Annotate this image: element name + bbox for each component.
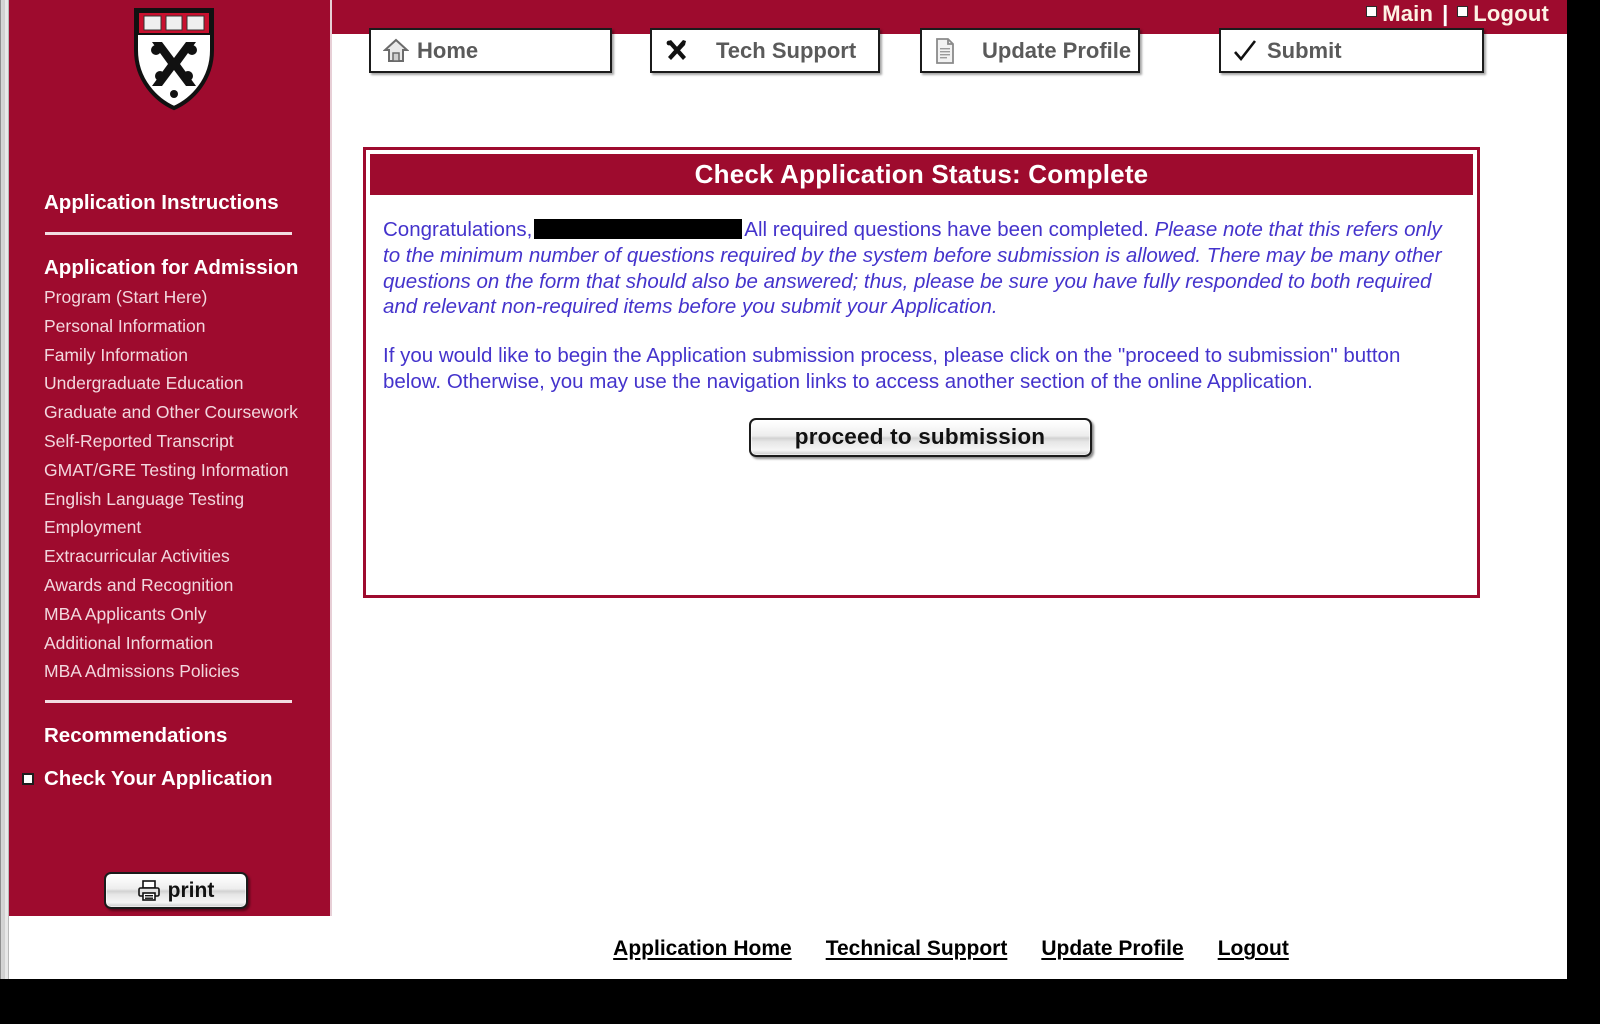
sidebar-item-program[interactable]: Program (Start Here)	[9, 283, 332, 312]
sidebar-item-check-your-application-label: Check Your Application	[44, 767, 273, 791]
status-panel: Check Application Status: Complete Congr…	[363, 147, 1480, 598]
sidebar-item-english-language-testing[interactable]: English Language Testing	[9, 485, 332, 514]
redacted-name	[534, 219, 743, 239]
sidebar-item-self-reported-transcript[interactable]: Self-Reported Transcript	[9, 427, 332, 456]
sidebar-item-employment[interactable]: Employment	[9, 513, 332, 542]
page-title: Check Application Status: Complete	[370, 154, 1473, 195]
top-utility-links: Main | Logout	[1366, 1, 1549, 27]
tools-icon	[664, 38, 690, 63]
print-button[interactable]: print	[104, 872, 248, 909]
application-page: Main | Logout Application Instructions A…	[0, 0, 1569, 981]
main-link[interactable]: Main	[1366, 1, 1433, 27]
footer-link-logout[interactable]: Logout	[1218, 937, 1289, 961]
nav-button-home[interactable]: Home	[369, 28, 612, 73]
sidebar: Application Instructions Application for…	[9, 0, 332, 916]
sidebar-divider-bottom	[45, 700, 292, 704]
sidebar-item-undergraduate-education[interactable]: Undergraduate Education	[9, 369, 332, 398]
main-link-label: Main	[1382, 1, 1434, 26]
status-paragraph-2: If you would like to begin the Applicati…	[383, 344, 1401, 393]
square-bullet-icon	[1457, 6, 1469, 17]
status-paragraph-1: Congratulations, All required questions h…	[383, 217, 1457, 320]
sidebar-item-gmat-gre-testing[interactable]: GMAT/GRE Testing Information	[9, 456, 332, 485]
nav-button-home-label: Home	[417, 37, 479, 63]
logout-link-label: Logout	[1473, 1, 1549, 26]
nav-button-update-profile[interactable]: Update Profile	[920, 28, 1140, 73]
sidebar-item-extracurricular-activities[interactable]: Extracurricular Activities	[9, 542, 332, 571]
square-bullet-icon	[1366, 6, 1378, 17]
nav-button-submit-label: Submit	[1267, 37, 1342, 63]
window-left-edge	[0, 0, 9, 979]
house-icon	[383, 38, 409, 63]
completion-text: All required questions have been complet…	[744, 218, 1149, 241]
footer: Application Home Technical Support Updat…	[333, 920, 1567, 978]
sidebar-item-check-your-application[interactable]: Check Your Application	[9, 763, 332, 795]
sidebar-divider-top	[45, 232, 292, 235]
harvard-shield-logo	[134, 8, 214, 111]
printer-icon	[137, 880, 160, 901]
sidebar-item-application-instructions[interactable]: Application Instructions	[9, 188, 332, 218]
sidebar-item-personal-information[interactable]: Personal Information	[9, 312, 332, 341]
nav-button-submit[interactable]: Submit	[1219, 28, 1484, 73]
footer-link-application-home[interactable]: Application Home	[613, 937, 792, 961]
footer-link-update-profile[interactable]: Update Profile	[1041, 937, 1183, 961]
nav-button-tech-support[interactable]: Tech Support	[650, 28, 880, 73]
proceed-button-row: proceed to submission	[383, 417, 1457, 457]
proceed-to-submission-label: proceed to submission	[794, 424, 1046, 450]
sidebar-item-mba-admissions-policies[interactable]: MBA Admissions Policies	[9, 657, 332, 686]
sidebar-heading-application-for-admission: Application for Admission	[44, 256, 299, 279]
square-bullet-icon	[22, 773, 34, 786]
logout-link[interactable]: Logout	[1457, 1, 1549, 27]
sidebar-item-mba-applicants-only[interactable]: MBA Applicants Only	[9, 600, 332, 629]
panel-body: Congratulations, All required questions h…	[366, 199, 1477, 457]
nav-button-tech-support-label: Tech Support	[716, 37, 857, 63]
utility-separator: |	[1442, 1, 1449, 26]
congratulations-text: Congratulations,	[383, 218, 533, 241]
document-icon	[934, 37, 956, 64]
sidebar-item-additional-information[interactable]: Additional Information	[9, 629, 332, 658]
nav-button-update-profile-label: Update Profile	[982, 37, 1132, 63]
sidebar-item-recommendations[interactable]: Recommendations	[9, 721, 332, 751]
proceed-to-submission-button[interactable]: proceed to submission	[748, 417, 1092, 457]
checkmark-icon	[1233, 39, 1257, 63]
sidebar-item-family-information[interactable]: Family Information	[9, 341, 332, 370]
sidebar-item-awards-and-recognition[interactable]: Awards and Recognition	[9, 571, 332, 600]
footer-link-technical-support[interactable]: Technical Support	[826, 937, 1008, 961]
sidebar-item-graduate-coursework[interactable]: Graduate and Other Coursework	[9, 398, 332, 427]
print-button-label: print	[167, 878, 215, 902]
sidebar-navigation: Application Instructions Application for…	[9, 188, 332, 795]
